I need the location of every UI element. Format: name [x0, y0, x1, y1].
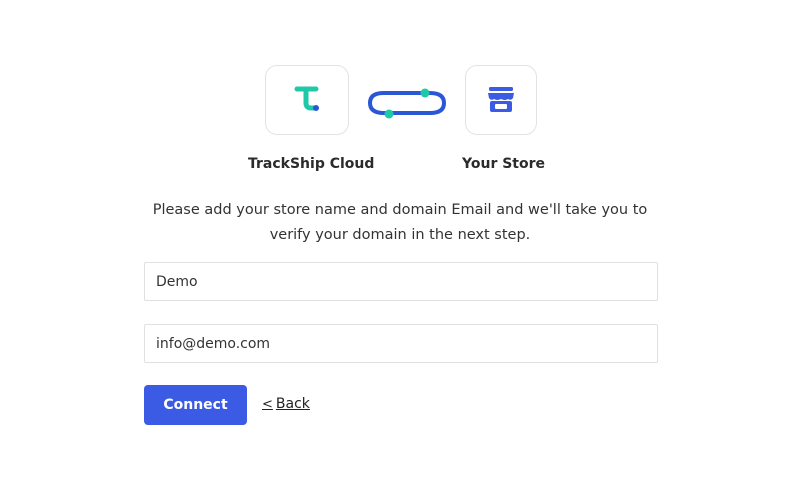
store-name-input[interactable]: [144, 262, 658, 301]
back-label: Back: [275, 396, 310, 412]
instructions-text: Please add your store name and domain Em…: [152, 202, 648, 243]
connect-store-page: TrackShip Cloud Your Store Please add yo…: [0, 0, 800, 500]
email-input[interactable]: [144, 324, 658, 363]
link-connector-icon: [367, 88, 447, 119]
store-icon: [488, 87, 514, 112]
chevron-left-icon: <: [262, 396, 273, 412]
store-logo-box: [465, 65, 537, 135]
trackship-logo-icon: [294, 86, 319, 111]
back-link[interactable]: < Back: [262, 396, 310, 412]
trackship-logo-box: [265, 65, 349, 135]
your-store-label: Your Store: [462, 156, 546, 172]
connect-button[interactable]: Connect: [144, 385, 247, 425]
trackship-label: TrackShip Cloud: [248, 156, 375, 172]
